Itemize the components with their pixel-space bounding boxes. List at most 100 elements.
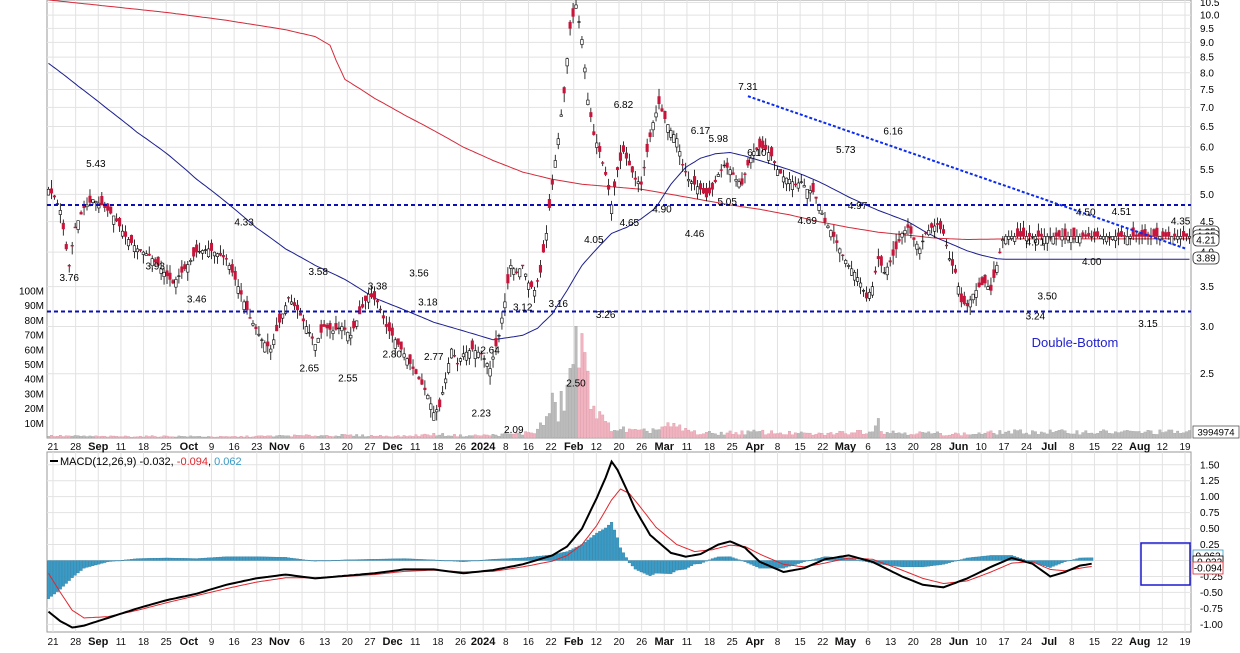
macd-histogram-bar [1060, 560, 1064, 564]
macd-histogram-bar [639, 560, 643, 573]
x-tick-label: 9 [209, 442, 215, 453]
price-annotation: 4.90 [652, 205, 672, 216]
macd-histogram-bar [307, 560, 311, 562]
y-tick-label: 2.5 [1200, 369, 1214, 380]
macd-histogram-bar [476, 560, 480, 562]
candle-body [82, 205, 86, 208]
candle-body [586, 99, 590, 105]
volume-bar [977, 432, 981, 439]
volume-bar [909, 434, 913, 439]
macd-histogram-bar [1075, 558, 1079, 561]
macd-histogram-bar [441, 560, 445, 562]
volume-bar [1143, 431, 1147, 439]
volume-bar [376, 435, 379, 439]
macd-histogram-bar [144, 558, 148, 561]
volume-bar [1036, 434, 1040, 439]
candle-body [1084, 234, 1088, 237]
candle-body [924, 232, 928, 234]
y-tick-label: 3.0 [1200, 322, 1214, 333]
volume-bar [459, 434, 462, 439]
x-tick-label: 15 [795, 637, 807, 648]
volume-bar [1007, 430, 1011, 439]
volume-bar [1173, 433, 1177, 439]
macd-histogram-bar [921, 560, 925, 568]
x-tick-label: 27 [364, 442, 376, 453]
volume-bar [663, 426, 667, 439]
x-axis-labels-macd: 21 28 Sep 11 18 25 Oct 9 16 23 Nov 6 13 20 27 Dec 11 18 26… [47, 636, 1191, 648]
candle-body [67, 265, 71, 267]
macd-histogram-bar [663, 560, 667, 574]
volume-bar [213, 436, 216, 439]
volume-bar [384, 435, 388, 439]
candle-body [1051, 236, 1055, 245]
macd-histogram-bar [595, 532, 599, 561]
macd-histogram-bar [995, 555, 999, 561]
macd-histogram-bar [129, 559, 133, 561]
volume-bar [79, 435, 83, 439]
candle-body [266, 341, 270, 347]
candle-body [76, 220, 80, 230]
macd-tick-label: 0.75 [1200, 508, 1220, 519]
volume-bar [672, 423, 676, 439]
candle-body [767, 152, 771, 161]
x-tick-label: 12 [591, 637, 603, 648]
volume-bar [325, 435, 329, 439]
price-annotation: 6.10 [747, 148, 767, 159]
price-annotation: 5.73 [836, 145, 856, 156]
volume-bar [805, 432, 809, 439]
candlestick [1057, 229, 1061, 238]
y-tick-label: 5.5 [1200, 165, 1214, 176]
candle-body [313, 344, 317, 351]
price-annotation: 4.97 [848, 201, 868, 212]
macd-histogram-bar [408, 558, 412, 561]
macd-histogram-bar [367, 559, 371, 561]
macd-histogram-bar [939, 560, 943, 565]
x-tick-label: 16 [229, 442, 241, 453]
candle-body [1164, 232, 1168, 237]
candle-body [138, 249, 142, 251]
price-annotation: 2.09 [504, 425, 524, 436]
volume-bar [764, 434, 768, 439]
volume-bar [613, 430, 616, 439]
candle-body [1045, 236, 1049, 244]
macd-histogram-bar [568, 550, 572, 561]
volume-bar [948, 434, 951, 439]
x-tick-label: 11 [682, 442, 693, 453]
volume-bar [1093, 433, 1097, 439]
macd-histogram-bar [310, 560, 314, 562]
candle-body [1010, 236, 1014, 239]
candle-body [826, 225, 830, 228]
candle-body [1007, 236, 1011, 240]
volume-bar [675, 426, 679, 439]
volume-bar [1069, 433, 1073, 439]
volume-bar [610, 431, 613, 439]
volume-bar [707, 431, 711, 439]
macd-histogram-bar [103, 560, 107, 563]
volume-bar [130, 436, 133, 439]
macd-histogram-bar [177, 558, 181, 561]
volume-bar [189, 435, 193, 439]
candle-body [535, 280, 540, 282]
candle-body [177, 275, 181, 277]
candle-body [802, 185, 806, 188]
macd-histogram-bar [473, 560, 477, 562]
macd-histogram-bar [85, 560, 89, 568]
candle-body [921, 240, 925, 243]
candle-body [980, 277, 984, 286]
volume-bar [1179, 433, 1183, 439]
volume-bar [871, 431, 874, 439]
candle-body [171, 280, 175, 284]
macd-histogram-bar [897, 560, 901, 567]
price-annotation: 3.38 [368, 282, 388, 293]
candle-body [725, 162, 729, 168]
candle-body [784, 177, 788, 185]
volume-bar [180, 436, 184, 439]
candle-body [962, 295, 966, 305]
candle-body [850, 268, 854, 276]
macd-histogram-bar [248, 556, 252, 561]
volume-y-axis: 10M 20M 30M 40M 50M 60M 70M 80M 90M 100M [19, 287, 44, 430]
volume-bar [989, 430, 993, 439]
candle-body [598, 146, 602, 152]
volume-bar [660, 426, 664, 439]
macd-histogram-bar [263, 556, 267, 561]
